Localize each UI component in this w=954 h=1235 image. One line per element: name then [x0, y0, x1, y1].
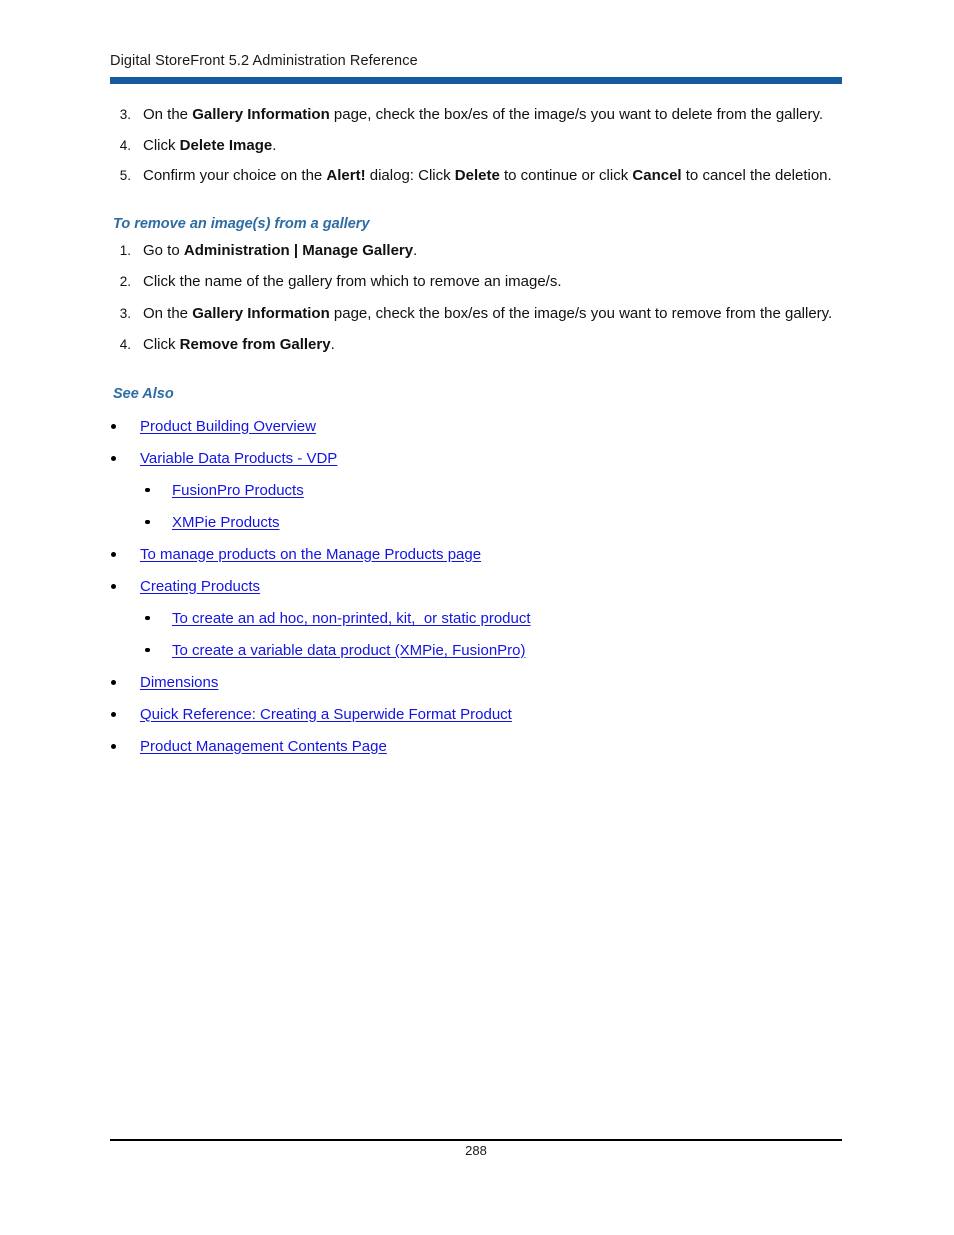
bullet-icon	[145, 615, 150, 620]
bullet-icon	[111, 679, 116, 685]
see-also-link[interactable]: Product Management Contents Page	[140, 738, 387, 755]
see-also-link[interactable]: To create an ad hoc, non-printed, kit, o…	[172, 610, 531, 627]
delete-step-text: Confirm your choice on the Alert! dialog…	[143, 167, 832, 184]
see-also-list-item: Quick Reference: Creating a Superwide Fo…	[0, 704, 954, 725]
emphasized-term: Remove from Gallery	[179, 336, 331, 353]
remove-step-number: 1.	[119, 242, 131, 258]
see-also-list-item: Creating Products	[0, 576, 954, 597]
remove-step-number: 3.	[119, 305, 131, 321]
remove-step-item: 3. On the Gallery Information page, check…	[0, 303, 954, 325]
remove-step-number: 4.	[119, 337, 131, 352]
delete-step-item: 3. On the Gallery Information page, check…	[0, 104, 954, 126]
remove-step-text: Click the name of the gallery from which…	[143, 273, 562, 290]
bullet-icon	[145, 647, 150, 652]
emphasized-term: Delete Image	[179, 136, 273, 154]
bullet-icon	[111, 423, 116, 429]
see-also-link[interactable]: Variable Data Products - VDP	[140, 450, 337, 467]
see-also-link[interactable]: Product Building Overview	[140, 418, 316, 435]
remove-step-item: 1. Go to Administration | Manage Gallery.	[0, 240, 954, 262]
see-also-link[interactable]: XMPie Products	[172, 514, 280, 531]
delete-step-text: On the Gallery Information page, check t…	[143, 106, 824, 123]
section-heading-see-also: See Also	[113, 385, 174, 402]
emphasized-term: Gallery Information	[192, 304, 330, 322]
bullet-icon	[111, 711, 116, 717]
see-also-link[interactable]: Quick Reference: Creating a Superwide Fo…	[140, 706, 512, 723]
page-number: 288	[465, 1143, 487, 1158]
remove-step-item: 2. Click the name of the gallery from whi…	[0, 271, 954, 293]
bullet-icon	[111, 551, 116, 557]
delete-step-number: 3.	[119, 107, 131, 122]
see-also-list-item: To manage products on the Manage Product…	[0, 544, 954, 565]
document-body: 3. On the Gallery Information page, check…	[0, 104, 954, 768]
see-also-list-item: Product Building Overview	[0, 416, 954, 437]
delete-step-text: Click Delete Image.	[143, 136, 277, 154]
see-also-link[interactable]: Dimensions	[140, 674, 218, 691]
document-page: Digital StoreFront 5.2 Administration Re…	[0, 0, 954, 1235]
remove-step-item: 4. Click Remove from Gallery.	[0, 334, 954, 356]
remove-step-number: 2.	[119, 274, 131, 289]
bullet-icon	[145, 487, 150, 492]
remove-step-text: Go to Administration | Manage Gallery.	[143, 241, 418, 259]
emphasized-term: Cancel	[632, 167, 682, 184]
delete-step-number: 4.	[119, 137, 131, 153]
header-title: Digital StoreFront 5.2 Administration Re…	[110, 53, 418, 69]
delete-step-number: 5.	[119, 168, 131, 183]
see-also-list-item: Dimensions	[0, 672, 954, 693]
emphasized-term: Alert!	[326, 167, 366, 184]
section-heading-remove-image: To remove an image(s) from a gallery	[113, 215, 370, 232]
emphasized-term: Administration | Manage Gallery	[183, 241, 414, 259]
see-also-list-item: To create an ad hoc, non-printed, kit, o…	[0, 608, 954, 629]
bullet-icon	[111, 743, 116, 749]
bullet-icon	[145, 519, 150, 524]
bullet-icon	[111, 455, 116, 461]
remove-step-text: Click Remove from Gallery.	[143, 336, 335, 353]
see-also-list-item: Variable Data Products - VDP	[0, 448, 954, 469]
see-also-list-item: Product Management Contents Page	[0, 736, 954, 757]
bullet-icon	[111, 583, 116, 589]
delete-image-steps: 3. On the Gallery Information page, check…	[0, 104, 954, 187]
see-also-link-list: Product Building Overview Variable Data P…	[0, 416, 954, 757]
delete-step-item: 5. Confirm your choice on the Alert! dial…	[0, 165, 954, 187]
see-also-list-item: To create a variable data product (XMPie…	[0, 640, 954, 661]
delete-step-item: 4. Click Delete Image.	[0, 135, 954, 157]
emphasized-term: Gallery Information	[192, 106, 330, 123]
emphasized-term: Delete	[454, 167, 500, 184]
footer-divider	[110, 1139, 842, 1141]
remove-step-text: On the Gallery Information page, check t…	[143, 304, 833, 322]
see-also-list-item: XMPie Products	[0, 512, 954, 533]
page-header: Digital StoreFront 5.2 Administration Re…	[110, 52, 842, 70]
remove-image-steps: 1. Go to Administration | Manage Gallery.…	[0, 240, 954, 356]
see-also-link[interactable]: Creating Products	[140, 578, 260, 595]
see-also-link[interactable]: FusionPro Products	[172, 482, 304, 499]
see-also-link[interactable]: To manage products on the Manage Product…	[140, 546, 481, 563]
header-accent-bar	[110, 77, 842, 84]
see-also-link[interactable]: To create a variable data product (XMPie…	[172, 642, 526, 659]
see-also-list-item: FusionPro Products	[0, 480, 954, 501]
